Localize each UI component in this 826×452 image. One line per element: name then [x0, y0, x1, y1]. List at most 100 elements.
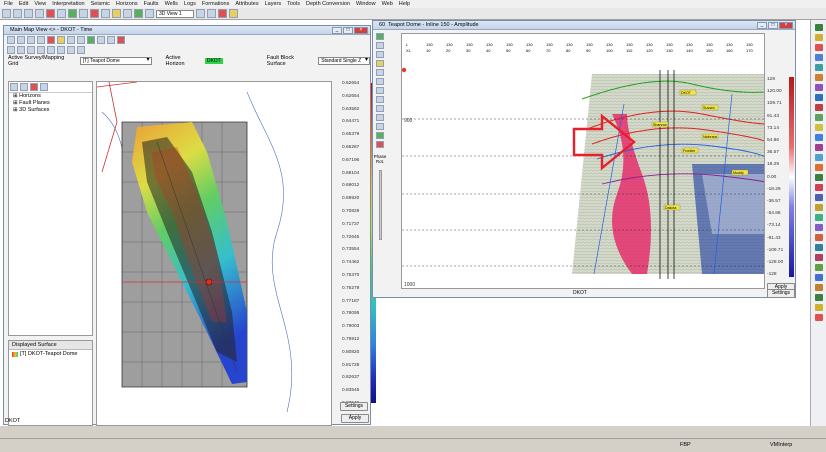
right-tool-icon[interactable]	[814, 314, 823, 321]
right-tool-icon[interactable]	[814, 174, 823, 181]
seis-close-button[interactable]: ×	[779, 22, 793, 29]
map-apply-button[interactable]: Apply	[341, 414, 369, 423]
right-tool-icon[interactable]	[814, 234, 823, 241]
horizon-value[interactable]: DKOT	[204, 58, 223, 64]
menu-item-tools[interactable]: Tools	[287, 1, 300, 7]
paint-icon[interactable]	[229, 9, 238, 18]
seis-well-icon[interactable]	[376, 132, 384, 139]
new-icon[interactable]	[13, 9, 22, 18]
seis-grid-icon[interactable]	[376, 96, 384, 103]
erase-icon[interactable]	[37, 46, 45, 54]
seis-flip-icon[interactable]	[376, 123, 384, 130]
menu-item-logs[interactable]: Logs	[184, 1, 196, 7]
draw-icon[interactable]	[7, 46, 15, 54]
fault-icon[interactable]	[123, 9, 132, 18]
right-tool-icon[interactable]	[814, 34, 823, 41]
displayed-surface-item[interactable]: [T] DKOT-Teapot Dome	[9, 350, 92, 358]
menu-item-formations[interactable]: Formations	[202, 1, 230, 7]
seis-maximize-button[interactable]: □	[768, 22, 778, 29]
seis-select-icon[interactable]	[376, 42, 384, 49]
menu-item-depth-conversion[interactable]: Depth Conversion	[306, 1, 350, 7]
menu-item-horizons[interactable]: Horizons	[116, 1, 138, 7]
pointer-icon[interactable]	[27, 36, 35, 44]
edit-icon[interactable]	[27, 46, 35, 54]
right-tool-icon[interactable]	[814, 284, 823, 291]
right-tool-icon[interactable]	[814, 24, 823, 31]
grid-snap-icon[interactable]	[57, 46, 65, 54]
menu-item-edit[interactable]: Edit	[19, 1, 28, 7]
tree-color-icon[interactable]	[30, 83, 38, 91]
seis-measure-icon[interactable]	[376, 105, 384, 112]
redo-icon[interactable]	[77, 46, 85, 54]
menu-item-interpretation[interactable]: Interpretation	[52, 1, 84, 7]
seis-fault-icon[interactable]	[376, 69, 384, 76]
menu-item-wells[interactable]: Wells	[165, 1, 178, 7]
pick-icon[interactable]	[117, 36, 125, 44]
zoom-out-icon[interactable]	[77, 36, 85, 44]
right-tool-icon[interactable]	[814, 244, 823, 251]
map-canvas[interactable]	[96, 81, 332, 426]
right-tool-icon[interactable]	[814, 254, 823, 261]
zoom-icon[interactable]	[101, 9, 110, 18]
right-tool-icon[interactable]	[814, 154, 823, 161]
right-tool-icon[interactable]	[814, 144, 823, 151]
log-icon[interactable]	[145, 9, 154, 18]
seis-settings-button[interactable]: Settings	[767, 289, 795, 298]
right-tool-icon[interactable]	[814, 294, 823, 301]
tree-list-icon[interactable]	[20, 83, 28, 91]
down-arrow-icon[interactable]	[37, 36, 45, 44]
select-icon[interactable]	[7, 36, 15, 44]
seis-pick-icon[interactable]	[376, 51, 384, 58]
right-tool-icon[interactable]	[814, 134, 823, 141]
right-tool-icon[interactable]	[814, 204, 823, 211]
right-tool-icon[interactable]	[814, 114, 823, 121]
pen-icon[interactable]	[196, 9, 205, 18]
measure-icon[interactable]	[107, 36, 115, 44]
menu-item-file[interactable]: File	[4, 1, 13, 7]
menu-item-layers[interactable]: Layers	[265, 1, 282, 7]
tree-item-3d-surfaces[interactable]: ⊞ 3D Surfaces	[9, 107, 92, 114]
horizon-icon[interactable]	[112, 9, 121, 18]
right-tool-icon[interactable]	[814, 274, 823, 281]
grid-view-icon[interactable]	[90, 9, 99, 18]
right-tool-icon[interactable]	[814, 74, 823, 81]
seis-zoom-icon[interactable]	[376, 78, 384, 85]
tree-add-icon[interactable]	[10, 83, 18, 91]
grid-icon[interactable]	[2, 9, 11, 18]
section-icon[interactable]	[79, 9, 88, 18]
maximize-button[interactable]: □	[343, 27, 353, 34]
layer-icon[interactable]	[47, 36, 55, 44]
close-button[interactable]: ×	[354, 27, 368, 34]
right-tool-icon[interactable]	[814, 84, 823, 91]
menu-item-help[interactable]: Help	[399, 1, 410, 7]
right-tool-icon[interactable]	[814, 224, 823, 231]
map-icon[interactable]	[68, 9, 77, 18]
right-tool-icon[interactable]	[814, 184, 823, 191]
right-tool-icon[interactable]	[814, 54, 823, 61]
line-icon[interactable]	[207, 9, 216, 18]
menu-item-web[interactable]: Web	[382, 1, 393, 7]
contour-icon[interactable]	[57, 36, 65, 44]
phase-slider[interactable]	[378, 170, 382, 240]
seis-amp-icon[interactable]	[376, 114, 384, 121]
color-icon[interactable]	[218, 9, 227, 18]
menu-item-faults[interactable]: Faults	[144, 1, 159, 7]
right-tool-icon[interactable]	[814, 164, 823, 171]
copy-icon[interactable]	[57, 9, 66, 18]
polygon-icon[interactable]	[17, 46, 25, 54]
seismic-canvas[interactable]: L XL 130 10 130 20 130 30 130 40 130 50 130 60 130 70 13…	[401, 33, 765, 289]
right-tool-icon[interactable]	[814, 104, 823, 111]
survey-select[interactable]: [T] Teapot Dome	[79, 57, 152, 65]
right-tool-icon[interactable]	[814, 94, 823, 101]
right-tool-icon[interactable]	[814, 264, 823, 271]
right-tool-icon[interactable]	[814, 194, 823, 201]
seis-color-icon[interactable]	[376, 141, 384, 148]
tree-item-fault-planes[interactable]: ⊞ Fault Planes	[9, 100, 92, 107]
right-tool-icon[interactable]	[814, 44, 823, 51]
seis-minimize-button[interactable]: _	[757, 22, 767, 29]
well-icon[interactable]	[134, 9, 143, 18]
pan-icon[interactable]	[87, 36, 95, 44]
open-icon[interactable]	[24, 9, 33, 18]
menu-item-attributes[interactable]: Attributes	[235, 1, 258, 7]
seis-map-icon[interactable]	[376, 33, 384, 40]
